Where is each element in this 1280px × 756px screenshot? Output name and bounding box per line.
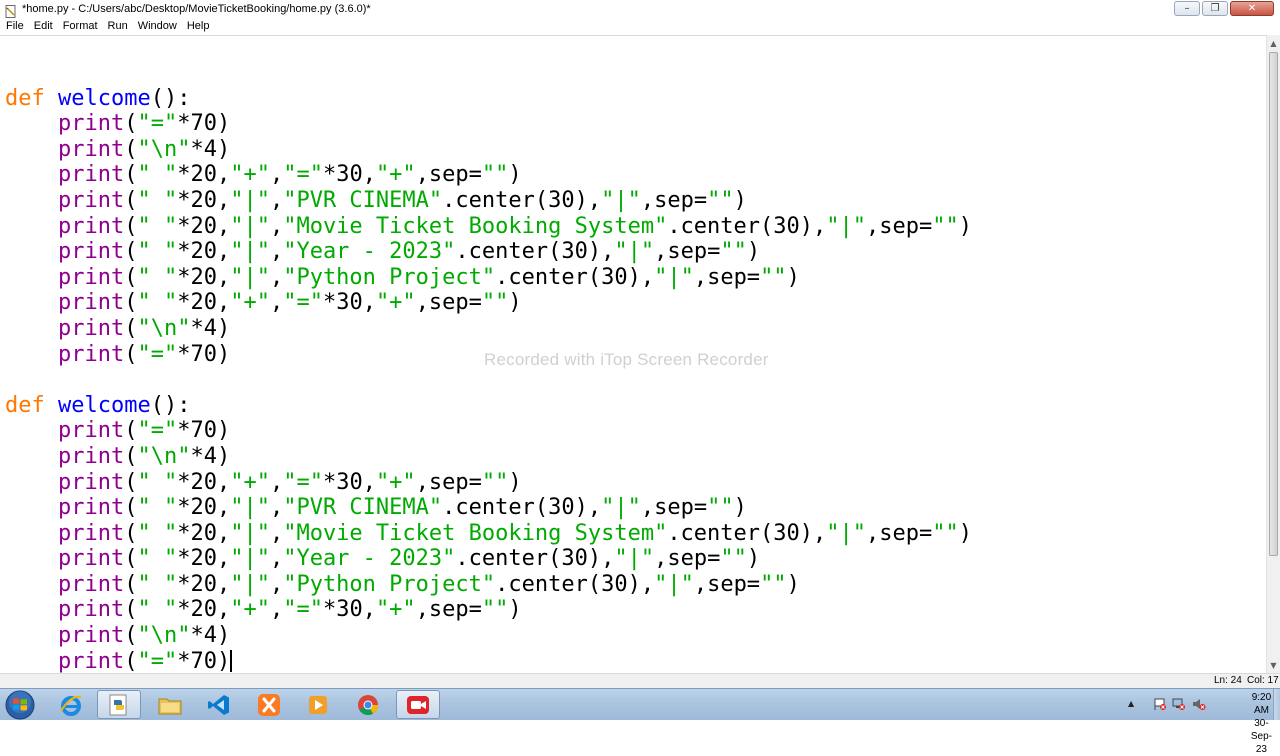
menu-file[interactable]: File [0, 20, 29, 32]
scroll-down-icon[interactable]: ▼ [1267, 657, 1280, 673]
text-caret [230, 649, 233, 672]
scroll-up-icon[interactable]: ▲ [1267, 35, 1280, 51]
taskbar-chrome[interactable] [346, 690, 390, 719]
taskbar: ▲ 9:20 AM 30-Sep-23 [0, 688, 1280, 755]
windows-logo-icon [5, 690, 35, 719]
minimize-icon: – [1184, 3, 1190, 14]
close-icon: ✕ [1247, 3, 1257, 14]
menu-help[interactable]: Help [182, 20, 215, 32]
taskbar-recorder[interactable] [396, 690, 440, 719]
show-desktop-button[interactable] [1273, 689, 1280, 720]
media-player-icon [309, 695, 327, 714]
window-title: *home.py - C:/Users/abc/Desktop/MovieTic… [22, 3, 371, 15]
minimize-button[interactable]: – [1174, 1, 1200, 16]
taskbar-vscode[interactable] [197, 690, 241, 719]
menu-window[interactable]: Window [133, 20, 182, 32]
vscode-icon [208, 694, 229, 715]
menu-bar: File Edit Format Run Window Help [0, 18, 1280, 34]
show-hidden-icons-icon[interactable]: ▲ [1128, 699, 1142, 713]
line-number: Ln: 24 [1214, 675, 1242, 686]
file-explorer-icon [158, 698, 182, 714]
clock-time: 9:20 AM [1251, 692, 1272, 716]
scroll-thumb[interactable] [1269, 52, 1278, 556]
chrome-icon [358, 694, 379, 715]
recorder-watermark: Recorded with iTop Screen Recorder [484, 350, 769, 369]
itop-recorder-icon [407, 695, 429, 714]
taskbar-python[interactable] [97, 690, 141, 719]
close-button[interactable]: ✕ [1230, 1, 1274, 16]
clock-date: 30-Sep-23 [1250, 718, 1272, 755]
menu-edit[interactable]: Edit [29, 20, 58, 32]
taskbar-media[interactable] [296, 690, 340, 719]
menu-run[interactable]: Run [103, 20, 133, 32]
ie-icon [60, 695, 82, 716]
volume-muted-icon[interactable] [1192, 697, 1206, 711]
clock[interactable]: 9:20 AM 30-Sep-23 [1251, 691, 1272, 756]
column-number: Col: 17 [1247, 675, 1279, 686]
start-button[interactable] [4, 689, 36, 720]
status-bar: Ln: 24 Col: 17 [0, 673, 1280, 688]
menu-format[interactable]: Format [58, 20, 103, 32]
taskbar-ie[interactable] [49, 690, 93, 719]
network-icon[interactable] [1172, 697, 1186, 711]
document-icon [4, 3, 17, 18]
xampp-icon [258, 693, 280, 716]
vertical-scrollbar[interactable]: ▲ ▼ [1266, 35, 1280, 673]
taskbar-explorer[interactable] [148, 690, 192, 719]
flag-icon[interactable] [1153, 697, 1167, 711]
python-idle-icon [109, 694, 127, 715]
taskbar-xampp[interactable] [247, 690, 291, 719]
maximize-button[interactable]: ❐ [1202, 1, 1228, 16]
title-bar: *home.py - C:/Users/abc/Desktop/MovieTic… [0, 0, 1280, 18]
restore-icon: ❐ [1210, 3, 1220, 14]
